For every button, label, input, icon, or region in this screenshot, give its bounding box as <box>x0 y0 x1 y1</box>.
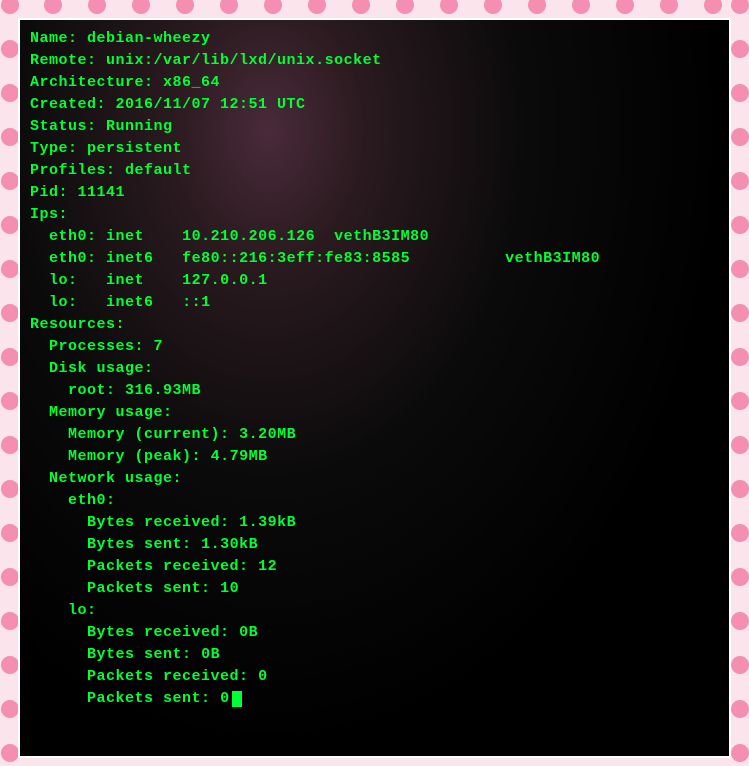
processes-line: Processes: 7 <box>30 338 163 355</box>
ip-row: eth0: inet 10.210.206.126 vethB3IM80 <box>30 228 429 245</box>
terminal-output: Name: debian-wheezy Remote: unix:/var/li… <box>30 28 719 710</box>
pkts-tx-line: Packets sent: 10 <box>30 580 239 597</box>
memory-current-line: Memory (current): 3.20MB <box>30 426 296 443</box>
terminal-window[interactable]: Name: debian-wheezy Remote: unix:/var/li… <box>18 18 731 758</box>
pkts-tx-line: Packets sent: 0 <box>30 690 242 707</box>
bytes-rx-line: Bytes received: 1.39kB <box>30 514 296 531</box>
created-line: Created: 2016/11/07 12:51 UTC <box>30 96 306 113</box>
type-line: Type: persistent <box>30 140 182 157</box>
profiles-line: Profiles: default <box>30 162 192 179</box>
pid-line: Pid: 11141 <box>30 184 125 201</box>
network-header: Network usage: <box>30 470 182 487</box>
ips-header: Ips: <box>30 206 68 223</box>
remote-line: Remote: unix:/var/lib/lxd/unix.socket <box>30 52 382 69</box>
pkts-rx-line: Packets received: 12 <box>30 558 277 575</box>
cursor-icon <box>232 691 242 707</box>
bytes-rx-line: Bytes received: 0B <box>30 624 258 641</box>
status-line: Status: Running <box>30 118 173 135</box>
disk-header: Disk usage: <box>30 360 154 377</box>
memory-header: Memory usage: <box>30 404 173 421</box>
arch-line: Architecture: x86_64 <box>30 74 220 91</box>
iface-name: lo: <box>30 602 97 619</box>
pkts-rx-line: Packets received: 0 <box>30 668 268 685</box>
name-line: Name: debian-wheezy <box>30 30 211 47</box>
iface-name: eth0: <box>30 492 116 509</box>
ip-row: eth0: inet6 fe80::216:3eff:fe83:8585 vet… <box>30 250 600 267</box>
disk-root-line: root: 316.93MB <box>30 382 201 399</box>
memory-peak-line: Memory (peak): 4.79MB <box>30 448 268 465</box>
ip-row: lo: inet 127.0.0.1 <box>30 272 268 289</box>
ip-row: lo: inet6 ::1 <box>30 294 211 311</box>
bytes-tx-line: Bytes sent: 1.30kB <box>30 536 258 553</box>
bytes-tx-line: Bytes sent: 0B <box>30 646 220 663</box>
resources-header: Resources: <box>30 316 125 333</box>
